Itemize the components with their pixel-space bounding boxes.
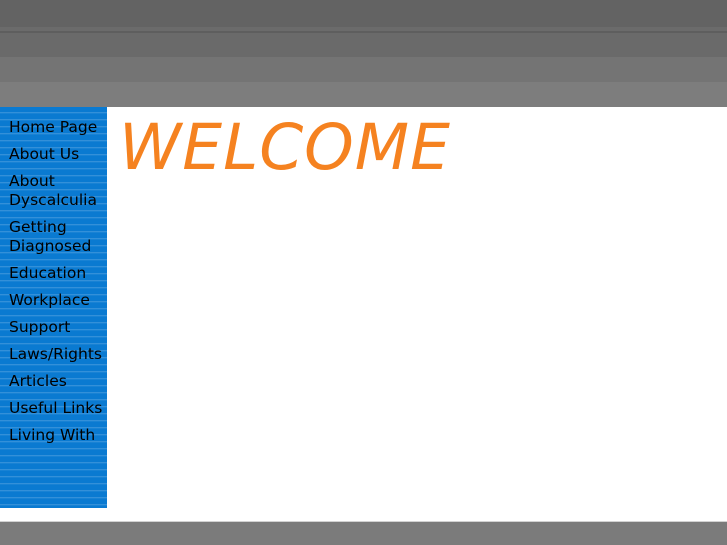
sidebar-item-education[interactable]: Education [0,264,107,283]
chrome-band-6 [0,82,727,107]
sidebar-item-support[interactable]: Support [0,318,107,337]
sidebar-item-home-page[interactable]: Home Page [0,118,107,137]
sidebar-item-laws-rights[interactable]: Laws/Rights [0,345,107,364]
sidebar-item-useful-links[interactable]: Useful Links [0,399,107,418]
page-title: WELCOME [119,111,451,184]
sidebar-item-living-with[interactable]: Living With [0,426,107,445]
browser-chrome-area [0,0,727,107]
sidebar-item-articles[interactable]: Articles [0,372,107,391]
sidebar-item-workplace[interactable]: Workplace [0,291,107,310]
sidebar-item-about-us[interactable]: About Us [0,145,107,164]
sidebar-item-getting-diagnosed[interactable]: Getting Diagnosed [0,218,107,256]
chrome-band-5 [0,57,727,82]
chrome-band-1 [0,0,727,27]
sidebar-navigation: Home Page About Us About Dyscalculia Get… [0,107,107,508]
bottom-status-bar [0,521,727,545]
sidebar-item-about-dyscalculia[interactable]: About Dyscalculia [0,172,107,210]
page-body: Home Page About Us About Dyscalculia Get… [0,107,727,528]
content-pane: WELCOME [107,107,727,521]
chrome-band-4 [0,33,727,57]
